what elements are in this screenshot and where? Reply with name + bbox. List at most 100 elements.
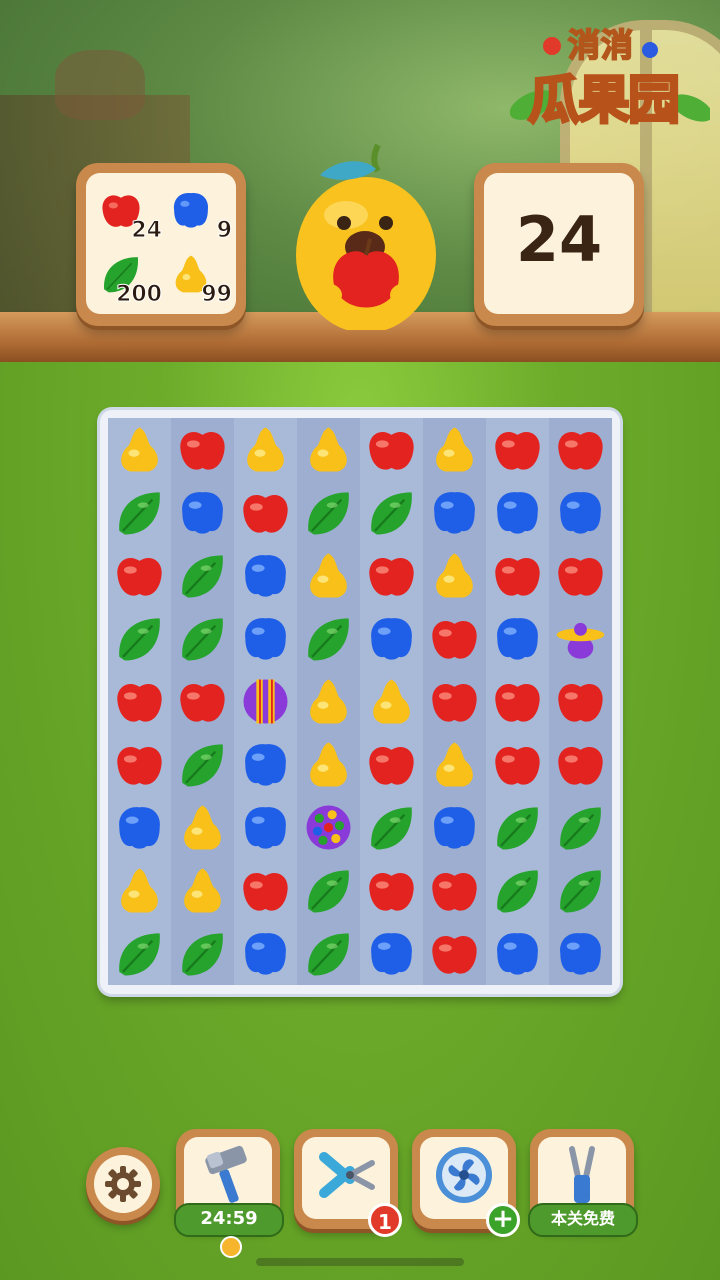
apple-piece-icon[interactable] bbox=[427, 674, 482, 729]
apple-piece-icon[interactable] bbox=[427, 611, 482, 666]
apple-piece-icon[interactable] bbox=[364, 548, 419, 603]
pear-piece-icon[interactable] bbox=[301, 422, 356, 477]
fan-booster-button[interactable]: + bbox=[412, 1129, 520, 1237]
board-cell[interactable] bbox=[108, 796, 171, 859]
board-cell[interactable] bbox=[171, 733, 234, 796]
plum-piece-icon[interactable] bbox=[490, 926, 545, 981]
plum-piece-icon[interactable] bbox=[238, 800, 293, 855]
board-cell[interactable] bbox=[234, 733, 297, 796]
leaf-piece-icon[interactable] bbox=[364, 800, 419, 855]
board-cell[interactable] bbox=[171, 670, 234, 733]
pear-piece-icon[interactable] bbox=[301, 548, 356, 603]
leaf-piece-icon[interactable] bbox=[301, 485, 356, 540]
leaf-piece-icon[interactable] bbox=[553, 800, 608, 855]
board-cell[interactable] bbox=[423, 544, 486, 607]
board-grid[interactable] bbox=[108, 418, 612, 986]
apple-piece-icon[interactable] bbox=[364, 863, 419, 918]
board-cell[interactable] bbox=[423, 418, 486, 481]
game-board[interactable] bbox=[100, 410, 620, 994]
apple-piece-icon[interactable] bbox=[112, 548, 167, 603]
board-cell[interactable] bbox=[297, 544, 360, 607]
board-cell[interactable] bbox=[549, 922, 612, 985]
leaf-piece-icon[interactable] bbox=[490, 800, 545, 855]
plum-piece-icon[interactable] bbox=[553, 926, 608, 981]
leaf-piece-icon[interactable] bbox=[301, 611, 356, 666]
board-cell[interactable] bbox=[297, 670, 360, 733]
board-cell[interactable] bbox=[360, 607, 423, 670]
plum-piece-icon[interactable] bbox=[427, 485, 482, 540]
hammer-booster-button[interactable]: 24:59 bbox=[174, 1129, 284, 1258]
pear-piece-icon[interactable] bbox=[427, 422, 482, 477]
board-cell[interactable] bbox=[423, 796, 486, 859]
apple-piece-icon[interactable] bbox=[238, 863, 293, 918]
board-cell[interactable] bbox=[297, 796, 360, 859]
pear-piece-icon[interactable] bbox=[427, 548, 482, 603]
home-indicator[interactable] bbox=[256, 1258, 464, 1266]
board-cell[interactable] bbox=[423, 670, 486, 733]
board-cell[interactable] bbox=[171, 796, 234, 859]
board-cell[interactable] bbox=[360, 544, 423, 607]
leaf-piece-icon[interactable] bbox=[175, 611, 230, 666]
board-cell[interactable] bbox=[108, 544, 171, 607]
board-cell[interactable] bbox=[108, 670, 171, 733]
plum-piece-icon[interactable] bbox=[238, 611, 293, 666]
plum-piece-icon[interactable] bbox=[364, 926, 419, 981]
leaf-piece-icon[interactable] bbox=[490, 863, 545, 918]
apple-piece-icon[interactable] bbox=[364, 737, 419, 792]
board-cell[interactable] bbox=[549, 418, 612, 481]
board-cell[interactable] bbox=[171, 859, 234, 922]
board-cell[interactable] bbox=[360, 418, 423, 481]
board-cell[interactable] bbox=[234, 418, 297, 481]
board-cell[interactable] bbox=[486, 670, 549, 733]
apple-piece-icon[interactable] bbox=[112, 737, 167, 792]
apple-piece-icon[interactable] bbox=[490, 422, 545, 477]
board-cell[interactable] bbox=[549, 544, 612, 607]
board-cell[interactable] bbox=[297, 418, 360, 481]
pear-piece-icon[interactable] bbox=[175, 800, 230, 855]
board-cell[interactable] bbox=[234, 670, 297, 733]
board-cell[interactable] bbox=[108, 418, 171, 481]
board-cell[interactable] bbox=[108, 733, 171, 796]
apple-piece-icon[interactable] bbox=[427, 863, 482, 918]
leaf-piece-icon[interactable] bbox=[553, 863, 608, 918]
plum-piece-icon[interactable] bbox=[490, 611, 545, 666]
plum-piece-icon[interactable] bbox=[364, 611, 419, 666]
board-cell[interactable] bbox=[234, 607, 297, 670]
rainbow-ball-piece-icon[interactable] bbox=[301, 800, 356, 855]
apple-piece-icon[interactable] bbox=[553, 737, 608, 792]
board-cell[interactable] bbox=[297, 607, 360, 670]
board-cell[interactable] bbox=[549, 796, 612, 859]
plum-piece-icon[interactable] bbox=[427, 800, 482, 855]
scissors-booster-button[interactable]: 1 bbox=[294, 1129, 402, 1237]
striped-ball-piece-icon[interactable] bbox=[238, 674, 293, 729]
pear-piece-icon[interactable] bbox=[301, 674, 356, 729]
plum-piece-icon[interactable] bbox=[238, 548, 293, 603]
leaf-piece-icon[interactable] bbox=[112, 611, 167, 666]
board-cell[interactable] bbox=[108, 922, 171, 985]
board-cell[interactable] bbox=[234, 859, 297, 922]
board-cell[interactable] bbox=[423, 733, 486, 796]
apple-piece-icon[interactable] bbox=[238, 485, 293, 540]
board-cell[interactable] bbox=[360, 733, 423, 796]
plum-piece-icon[interactable] bbox=[238, 926, 293, 981]
board-cell[interactable] bbox=[423, 859, 486, 922]
leaf-piece-icon[interactable] bbox=[301, 926, 356, 981]
board-cell[interactable] bbox=[171, 481, 234, 544]
board-cell[interactable] bbox=[549, 607, 612, 670]
board-cell[interactable] bbox=[549, 481, 612, 544]
settings-button[interactable] bbox=[86, 1147, 160, 1221]
board-cell[interactable] bbox=[171, 418, 234, 481]
board-cell[interactable] bbox=[297, 481, 360, 544]
board-cell[interactable] bbox=[486, 418, 549, 481]
apple-piece-icon[interactable] bbox=[175, 422, 230, 477]
apple-piece-icon[interactable] bbox=[175, 674, 230, 729]
apple-piece-icon[interactable] bbox=[490, 674, 545, 729]
pear-piece-icon[interactable] bbox=[175, 863, 230, 918]
apple-piece-icon[interactable] bbox=[553, 422, 608, 477]
board-cell[interactable] bbox=[297, 922, 360, 985]
leaf-piece-icon[interactable] bbox=[364, 485, 419, 540]
leaf-piece-icon[interactable] bbox=[175, 737, 230, 792]
apple-piece-icon[interactable] bbox=[490, 737, 545, 792]
board-cell[interactable] bbox=[108, 859, 171, 922]
board-cell[interactable] bbox=[360, 481, 423, 544]
